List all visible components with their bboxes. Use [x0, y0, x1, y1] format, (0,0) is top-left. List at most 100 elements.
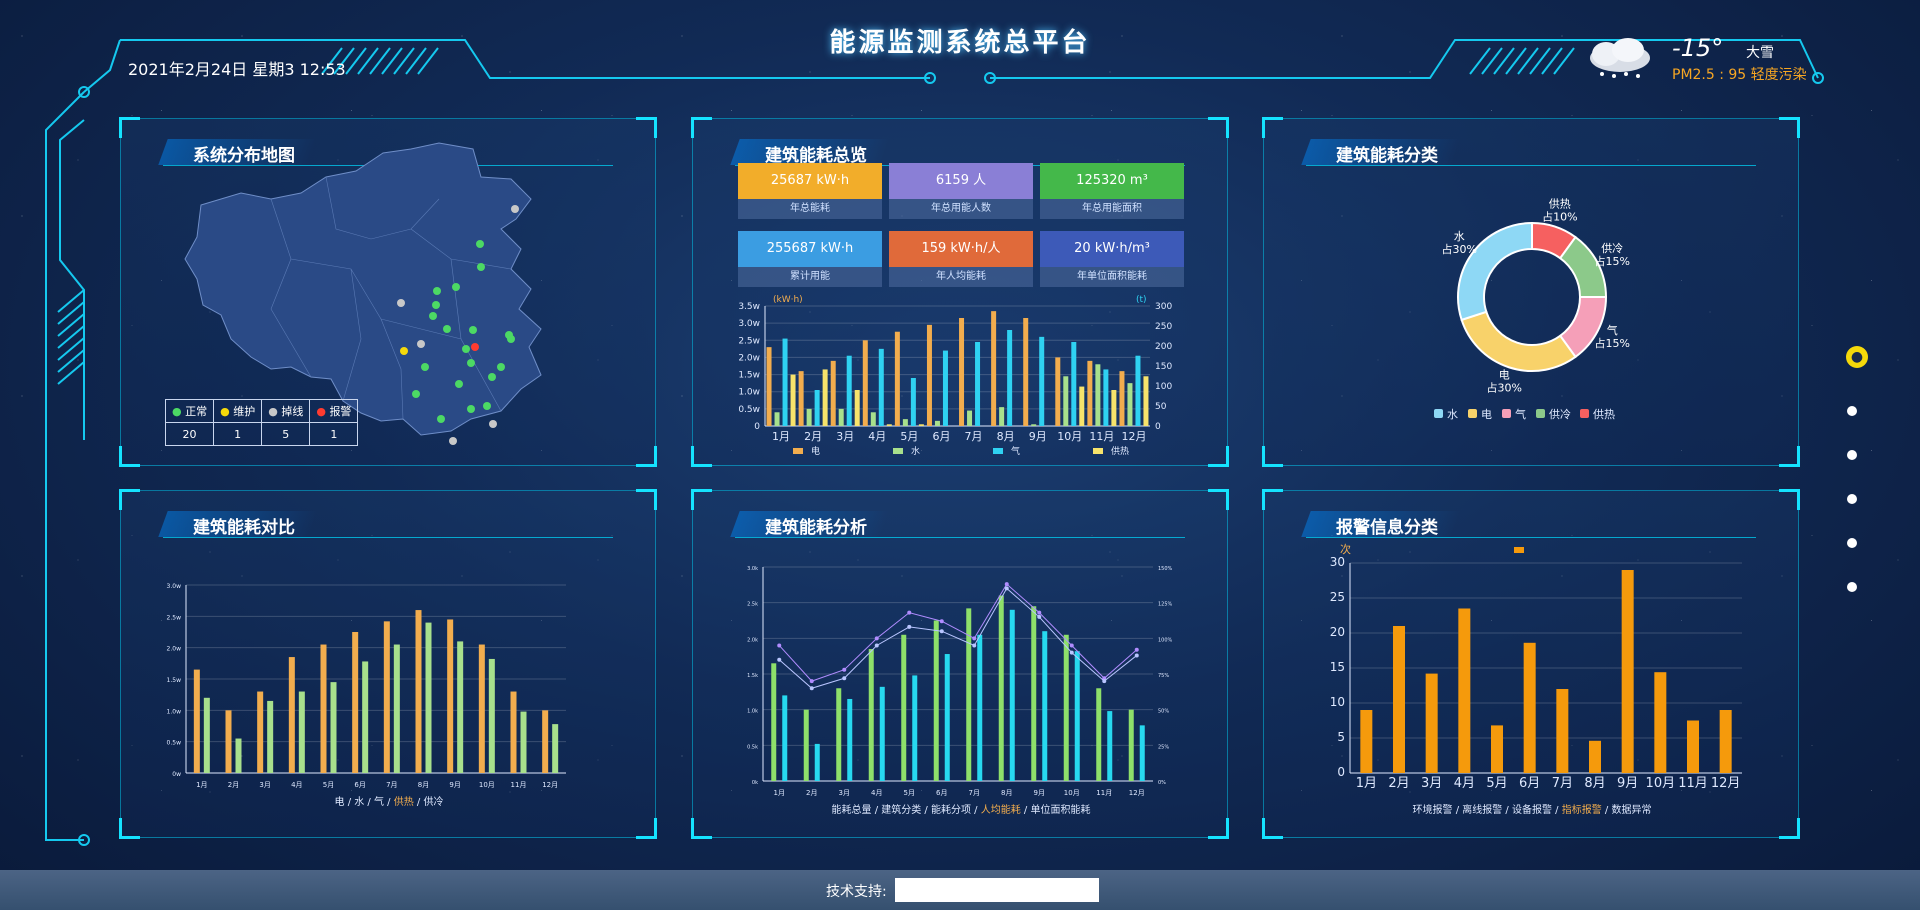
- bar-报警: [1458, 608, 1471, 773]
- snow-cloud-icon: [1590, 38, 1650, 78]
- y-tick-label: 3.0w: [738, 319, 760, 329]
- bar-供热: [1143, 376, 1149, 426]
- panel-alarm: 报警信息分类 0 5 10 15 20 25 30 1月 2月 3月 4月 5月 6月 7月 8月 9月 10月…: [1262, 489, 1800, 839]
- y-tick-label: 0.5k: [747, 744, 758, 750]
- y2-tick-label: 300: [1155, 302, 1172, 312]
- line-point: [1037, 614, 1042, 619]
- compare-tabs[interactable]: 电 / 水 / 气 / 供热 / 供冷: [121, 793, 657, 808]
- legend-swatch: [1468, 409, 1477, 418]
- x-tick-label: 10月: [1646, 776, 1676, 791]
- bar-水: [967, 410, 973, 426]
- legend-label: 电: [811, 445, 820, 457]
- compare-chart: 0w 0.5w 1.0w 1.5w 2.0w 2.5w 3.0w 1月 2月 3月 4月 5月 6月 7月…: [167, 583, 566, 789]
- bar-供热: [1079, 386, 1085, 426]
- y2-tick-label: 75%: [1158, 673, 1169, 679]
- globe-icon[interactable]: ●: [1846, 346, 1868, 368]
- x-tick-label: 1月: [1356, 776, 1377, 791]
- line-point: [972, 643, 977, 648]
- bar-水: [934, 420, 940, 426]
- bar-电: [894, 331, 900, 426]
- bar-报警: [1393, 626, 1405, 773]
- x-tick-label: 7月: [969, 789, 980, 797]
- bar-水: [902, 419, 908, 426]
- bar-报警: [1621, 570, 1634, 773]
- legend-label: 供冷: [1549, 407, 1571, 421]
- bar-水: [838, 408, 844, 426]
- bar-2017: [782, 695, 788, 781]
- bar-2017年: [320, 644, 327, 773]
- bar-报警: [1556, 689, 1569, 773]
- bar-报警: [1523, 642, 1536, 773]
- alarm-tabs[interactable]: 环境报警 / 离线报警 / 设备报警 / 指标报警 / 数据异常: [1264, 801, 1800, 816]
- bar-2017年: [330, 682, 337, 773]
- y-tick-label: 0.5w: [738, 405, 760, 415]
- nav-dot[interactable]: [1847, 450, 1857, 460]
- nav-dot[interactable]: [1847, 494, 1857, 504]
- y-axis-label: 次: [1340, 542, 1351, 556]
- bar-水: [1031, 424, 1037, 426]
- x-tick-label: 6月: [936, 789, 947, 797]
- bar-2018: [771, 663, 777, 781]
- line-point: [777, 643, 782, 648]
- bar-2017年: [520, 711, 527, 773]
- legend-label: 气: [1515, 407, 1526, 421]
- y-tick-label: 1.5w: [738, 371, 760, 381]
- bar-2018: [1096, 688, 1102, 781]
- nav-dot[interactable]: [1847, 406, 1857, 416]
- x-tick-label: 12月: [1129, 789, 1145, 797]
- bar-2017年: [193, 669, 200, 773]
- y2-tick-label: 100: [1155, 382, 1172, 392]
- bar-电: [991, 311, 997, 426]
- pie-label: 水占30%: [1441, 230, 1476, 256]
- legend-label-2: ● 掉线: [261, 399, 311, 423]
- bar-2017年: [352, 632, 359, 773]
- y-tick-label: 25: [1330, 590, 1345, 604]
- legend-swatch: [1580, 409, 1589, 418]
- line-point: [809, 686, 814, 691]
- panel-map: 系统分布地图 ● 正常 ● 维护 ● 掉线 ● 报警 20 1 5 1: [119, 117, 657, 467]
- location-pin-icon: ●: [172, 405, 186, 418]
- line-point: [842, 667, 847, 672]
- legend-label: 水: [911, 445, 920, 457]
- bar-水: [1127, 383, 1133, 426]
- y-tick-label: 1.0k: [747, 709, 758, 715]
- panel-overview: 建筑能耗总览 25687 kW·h 年总能耗 6159 人年总用能人数 125320 …: [691, 117, 1229, 467]
- pie-label: 供冷占15%: [1594, 241, 1629, 268]
- y-tick-label: 1.0w: [738, 388, 760, 398]
- bar-电: [798, 371, 804, 426]
- y-tick-label: 1.0w: [167, 708, 182, 715]
- map-legend-table: ● 正常 ● 维护 ● 掉线 ● 报警 20 1 5 1: [164, 399, 359, 446]
- bar-报警: [1360, 710, 1373, 773]
- bar-2017年: [235, 738, 242, 773]
- nav-dot[interactable]: [1847, 538, 1857, 548]
- x-tick-label: 5月: [323, 781, 334, 789]
- y-tick-label: 5: [1337, 730, 1345, 744]
- y2-tick-label: 0%: [1158, 780, 1166, 786]
- legend-label: 气: [1011, 445, 1020, 457]
- y-tick-label: 2.5k: [747, 602, 758, 608]
- bar-气: [1007, 330, 1013, 426]
- nav-dot[interactable]: [1847, 582, 1857, 592]
- line-point: [777, 657, 782, 662]
- line-point: [1004, 586, 1009, 591]
- bar-供热: [1111, 390, 1117, 426]
- bar-2017年: [510, 691, 517, 773]
- x-tick-label: 9月: [449, 781, 460, 789]
- y-tick-label: 2.0w: [167, 646, 182, 653]
- bar-水: [1095, 364, 1101, 426]
- legend-swatch: [793, 448, 803, 454]
- legend-label-0: ● 正常: [164, 399, 215, 423]
- analysis-tabs[interactable]: 能耗总量 / 建筑分类 / 能耗分项 / 人均能耗 / 单位面积能耗: [693, 801, 1229, 816]
- line-point: [1069, 643, 1074, 648]
- bar-2018: [1031, 606, 1037, 781]
- y-tick-label: 10: [1330, 695, 1345, 709]
- y-tick-label: 1.5w: [167, 677, 182, 684]
- panel-analysis: 建筑能耗分析 0k 0.5k 1.0k 1.5k 2.0k 2.5k 3.0k 0% 25% 50…: [691, 489, 1229, 839]
- weather-condition: 大雪: [1746, 45, 1774, 61]
- x-tick-label: 5月: [1486, 776, 1507, 791]
- x-tick-label: 11月: [1096, 789, 1112, 797]
- x-tick-label: 10月: [1064, 789, 1080, 797]
- y-tick-label: 2.0k: [747, 637, 758, 643]
- bar-报警: [1425, 673, 1438, 773]
- y-tick-label: 3.0k: [747, 566, 758, 572]
